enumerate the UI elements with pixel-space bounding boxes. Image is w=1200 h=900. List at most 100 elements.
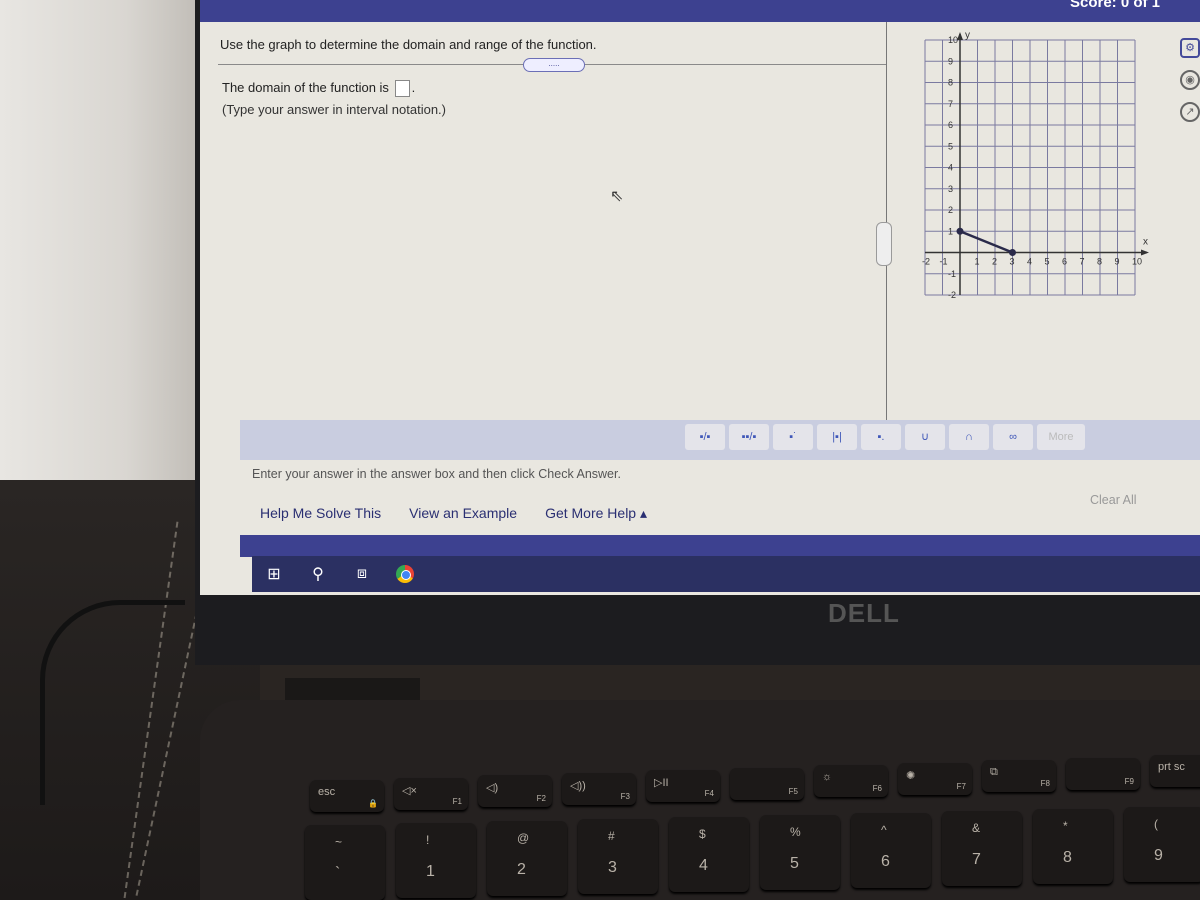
circle-icon[interactable]: ◉ bbox=[1180, 70, 1200, 90]
palette-infinity-button[interactable]: ∞ bbox=[993, 424, 1033, 450]
search-icon[interactable]: ⚲ bbox=[308, 564, 328, 584]
help-me-solve-button[interactable]: Help Me Solve This bbox=[260, 505, 381, 522]
x-tick-label: 6 bbox=[1062, 257, 1067, 267]
question-pane: Use the graph to determine the domain an… bbox=[200, 22, 886, 422]
key-sublabel: ^ bbox=[881, 823, 887, 837]
palette-subscript-button[interactable]: ▪. bbox=[861, 424, 901, 450]
windows-start-icon[interactable]: ⊞ bbox=[264, 564, 284, 584]
view-example-button[interactable]: View an Example bbox=[409, 505, 517, 522]
segment-end-point bbox=[1009, 249, 1016, 256]
y-tick-label: 5 bbox=[948, 141, 953, 151]
instructions-text: Enter your answer in the answer box and … bbox=[252, 467, 621, 481]
y-tick-label: 4 bbox=[948, 163, 953, 173]
key-sublabel: 🔒 bbox=[368, 799, 378, 808]
question-prompt: Use the graph to determine the domain an… bbox=[220, 37, 597, 52]
clear-all-button[interactable]: Clear All bbox=[1090, 493, 1137, 507]
y-tick-label: -1 bbox=[948, 269, 956, 279]
x-axis-label: x bbox=[1143, 237, 1148, 248]
key-sublabel: F6 bbox=[872, 784, 882, 793]
key-sublabel: @ bbox=[517, 831, 530, 845]
key-fn-5[interactable]: F5 bbox=[730, 767, 804, 800]
key-label: esc bbox=[318, 786, 336, 798]
palette-more-button[interactable]: More bbox=[1037, 424, 1085, 450]
function-graph: x y -2 -1 1 2 3 4 5 6 7 8 9 10 10 9 8 7 6 5 4 3 2 1 -1 -2 bbox=[922, 30, 1149, 300]
expand-button[interactable]: ..... bbox=[523, 58, 585, 72]
key-sublabel: F3 bbox=[620, 791, 630, 801]
key-label: ☼ bbox=[822, 771, 833, 783]
key-fn-4[interactable]: ▷II F4 bbox=[646, 770, 720, 802]
get-more-help-button[interactable]: Get More Help ▴ bbox=[545, 505, 647, 522]
key-sublabel: ~ bbox=[335, 835, 343, 849]
background-wall bbox=[0, 0, 210, 520]
key-fn-1[interactable]: ◁× F1 bbox=[394, 777, 468, 810]
y-tick-label: 3 bbox=[948, 184, 953, 194]
x-tick-label: 10 bbox=[1132, 257, 1142, 267]
x-tick-label: 1 bbox=[975, 257, 980, 267]
key-num-5[interactable]: 5% bbox=[760, 815, 840, 890]
key-label: 3 bbox=[608, 859, 617, 876]
key-num-8[interactable]: 8 * bbox=[1033, 809, 1113, 884]
key-sublabel: F2 bbox=[536, 794, 546, 803]
laptop-screen: Score: 0 of 1 Use the graph to determine… bbox=[200, 0, 1200, 595]
key-sublabel: % bbox=[790, 825, 801, 839]
key-fn-10[interactable]: prt scF10 bbox=[1150, 755, 1200, 787]
windows-taskbar: ⊞ ⚲ ⧈ bbox=[252, 556, 1200, 592]
key-num-4[interactable]: 4 $ bbox=[669, 817, 749, 892]
y-axis-label: y bbox=[965, 30, 970, 41]
key-sublabel: ! bbox=[426, 833, 430, 847]
answer-hint: (Type your answer in interval notation.) bbox=[222, 102, 446, 117]
key-label: prt sc bbox=[1158, 761, 1185, 773]
top-bar: Score: 0 of 1 bbox=[200, 0, 1200, 22]
key-sublabel: * bbox=[1063, 819, 1068, 833]
key-sublabel: F5 bbox=[788, 786, 798, 796]
key-num-7[interactable]: 7 & bbox=[942, 811, 1022, 886]
external-link-icon[interactable]: ↗ bbox=[1180, 102, 1200, 122]
key-label: 5 bbox=[790, 855, 799, 872]
palette-intersection-button[interactable]: ∩ bbox=[949, 424, 989, 450]
math-palette: ▪/▪ ▪▪/▪ ▪˙ |▪| ▪. ∪ ∩ ∞ More bbox=[240, 420, 1200, 460]
dell-logo: DELL bbox=[828, 598, 900, 628]
domain-answer-input[interactable] bbox=[394, 80, 410, 98]
key-sublabel: & bbox=[972, 821, 981, 835]
palette-buttons: ▪/▪ ▪▪/▪ ▪˙ |▪| ▪. ∪ ∩ ∞ More bbox=[685, 424, 1085, 450]
key-num-0[interactable]: ` ~ bbox=[305, 825, 385, 900]
segment-start-point bbox=[956, 227, 964, 235]
palette-exponent-button[interactable]: ▪˙ bbox=[773, 424, 813, 450]
key-fn-8[interactable]: ⧉ F8 bbox=[982, 760, 1056, 792]
palette-fraction-button[interactable]: ▪/▪ bbox=[685, 424, 725, 450]
y-tick-label: 7 bbox=[948, 99, 953, 109]
key-fn-3[interactable]: ◁)) F3 bbox=[562, 772, 636, 805]
chrome-icon[interactable] bbox=[396, 565, 414, 583]
y-tick-label: -2 bbox=[948, 290, 956, 300]
y-tick-label: 10 bbox=[948, 35, 958, 45]
palette-mixed-number-button[interactable]: ▪▪/▪ bbox=[729, 424, 769, 450]
key-num-6[interactable]: 6 ^ bbox=[851, 813, 931, 888]
y-tick-label: 8 bbox=[948, 78, 953, 88]
key-sublabel: F1 bbox=[452, 796, 462, 806]
palette-union-button[interactable]: ∪ bbox=[905, 424, 945, 450]
key-fn-0[interactable]: esc 🔒 bbox=[310, 780, 384, 812]
key-num-2[interactable]: 2 @ bbox=[487, 821, 567, 896]
key-sublabel: F7 bbox=[956, 781, 966, 791]
task-view-icon[interactable]: ⧈ bbox=[352, 565, 372, 583]
key-sublabel: ( bbox=[1154, 817, 1158, 831]
key-label: ✺ bbox=[906, 769, 916, 782]
key-label: 4 bbox=[699, 857, 708, 874]
key-label: ◁)) bbox=[570, 779, 586, 792]
key-label: 1 bbox=[426, 863, 435, 880]
palette-absolute-value-button[interactable]: |▪| bbox=[817, 424, 857, 450]
key-sublabel: # bbox=[608, 829, 615, 843]
key-fn-6[interactable]: ☼ F6 bbox=[814, 765, 888, 797]
key-fn-2[interactable]: ◁) F2 bbox=[478, 775, 552, 807]
pane-resize-handle[interactable] bbox=[876, 222, 892, 266]
gear-icon[interactable]: ⚙ bbox=[1180, 38, 1200, 58]
key-num-1[interactable]: 1! bbox=[396, 823, 476, 898]
key-label: 2 bbox=[517, 861, 526, 878]
x-tick-label: 7 bbox=[1080, 257, 1085, 267]
key-num-9[interactable]: 9( bbox=[1124, 807, 1200, 882]
help-bar: Help Me Solve This View an Example Get M… bbox=[260, 505, 647, 522]
key-num-3[interactable]: 3 # bbox=[578, 819, 658, 894]
key-fn-9[interactable]: F9 bbox=[1066, 757, 1140, 790]
y-tick-label: 1 bbox=[948, 226, 953, 236]
key-fn-7[interactable]: ✺ F7 bbox=[898, 762, 972, 795]
